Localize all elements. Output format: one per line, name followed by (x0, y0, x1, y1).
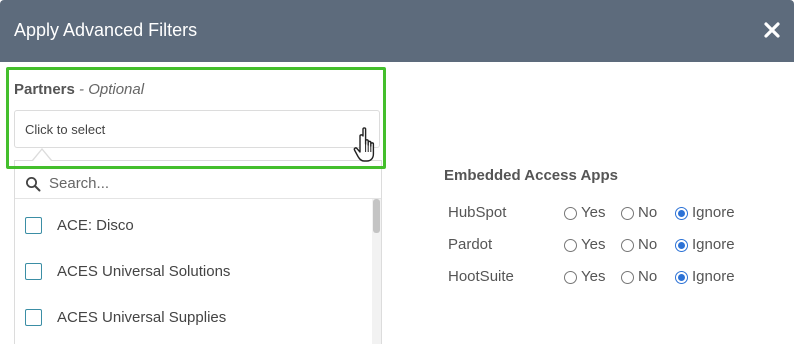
app-name: HubSpot (448, 204, 507, 221)
close-icon[interactable] (762, 20, 782, 40)
partners-optional-text: - Optional (79, 81, 145, 98)
partners-select-placeholder: Click to select (25, 122, 106, 137)
search-icon (25, 176, 41, 192)
app-row-hubspot: HubSpot Yes No Ignore (448, 201, 768, 225)
radio-button[interactable] (621, 271, 634, 284)
list-item[interactable]: ACES Universal Supplies (15, 295, 371, 335)
radio-button[interactable] (564, 271, 577, 284)
radio-label: Ignore (692, 236, 735, 253)
radio-label: No (638, 268, 658, 285)
list-item-label: ACES Universal Solutions (57, 263, 231, 280)
partners-label-text: Partners (14, 81, 75, 98)
radio-button[interactable] (564, 207, 577, 220)
search-row (15, 167, 381, 199)
checkbox[interactable] (25, 263, 42, 280)
radio-label: Yes (581, 268, 606, 285)
list-item[interactable]: ACES Universal Solutions (15, 249, 371, 289)
embedded-apps-title: Embedded Access Apps (444, 167, 618, 184)
partners-select[interactable]: Click to select (14, 110, 380, 148)
app-row-hootsuite: HootSuite Yes No Ignore (448, 265, 768, 289)
list-item[interactable]: ACE: Disco (15, 203, 371, 243)
partners-dropdown: ACE: Disco ACES Universal Solutions ACES… (14, 160, 382, 344)
scrollbar[interactable] (372, 199, 381, 344)
radio-button[interactable] (621, 239, 634, 252)
partners-label: Partners - Optional (14, 81, 144, 98)
radio-label: No (638, 204, 658, 221)
scrollbar-thumb[interactable] (373, 199, 380, 233)
app-name: Pardot (448, 236, 493, 253)
radio-label: Yes (581, 204, 606, 221)
hand-cursor-icon (352, 126, 386, 168)
checkbox[interactable] (25, 217, 42, 234)
radio-label: Ignore (692, 204, 735, 221)
radio-button[interactable] (564, 239, 577, 252)
list-item-label: ACES Universal Supplies (57, 309, 227, 326)
radio-button[interactable] (621, 207, 634, 220)
checkbox[interactable] (25, 309, 42, 326)
radio-label: Yes (581, 236, 606, 253)
app-row-pardot: Pardot Yes No Ignore (448, 233, 768, 257)
radio-label: Ignore (692, 268, 735, 285)
search-input[interactable] (49, 171, 369, 195)
dialog-header: Apply Advanced Filters (0, 0, 794, 62)
radio-button-selected[interactable] (675, 207, 688, 220)
dropdown-caret-icon (32, 148, 52, 161)
dialog-title: Apply Advanced Filters (14, 20, 198, 40)
radio-button-selected[interactable] (675, 271, 688, 284)
list-item-label: ACE: Disco (57, 217, 134, 234)
radio-button-selected[interactable] (675, 239, 688, 252)
radio-label: No (638, 236, 658, 253)
app-name: HootSuite (448, 268, 514, 285)
